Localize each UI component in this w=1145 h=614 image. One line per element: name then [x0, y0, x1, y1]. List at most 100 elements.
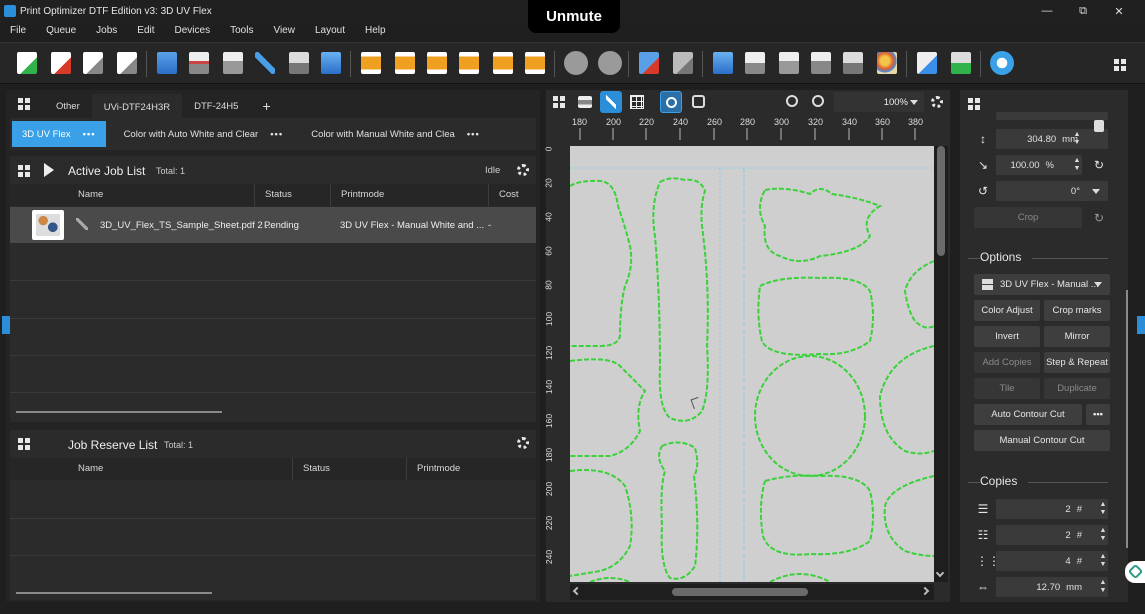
preset-tab-auto-white[interactable]: Color with Auto White and Clear •••: [114, 121, 294, 147]
column-status[interactable]: Status: [254, 184, 330, 206]
align-bottom-button[interactable]: [522, 49, 548, 77]
active-list-grid-icon[interactable]: [18, 165, 30, 177]
stamp-button[interactable]: [286, 49, 312, 77]
zoom-in-icon[interactable]: [786, 95, 798, 107]
pen-tool-button[interactable]: [252, 49, 278, 77]
scroll-left-icon[interactable]: [572, 586, 582, 596]
overlay-view-icon[interactable]: [692, 95, 705, 108]
mirror-button[interactable]: Mirror: [1044, 326, 1110, 347]
column-printmode[interactable]: Printmode: [406, 458, 536, 480]
horizontal-scrollbar[interactable]: [16, 592, 212, 594]
height-field[interactable]: 304.80 mm: [996, 129, 1108, 149]
properties-scrollbar[interactable]: [1126, 290, 1128, 548]
rip-button[interactable]: [840, 49, 866, 77]
color-settings-button[interactable]: [914, 49, 940, 77]
height-stepper-icon[interactable]: ▲ ▼: [1073, 131, 1081, 147]
rotation-select[interactable]: 0°: [996, 181, 1108, 201]
job-list-button[interactable]: [742, 49, 768, 77]
zoom-select[interactable]: 100%: [834, 92, 924, 112]
maximize-button[interactable]: ⧉: [1065, 5, 1101, 18]
column-name[interactable]: Name: [10, 458, 292, 480]
zoom-out-icon[interactable]: [812, 95, 824, 107]
close-button[interactable]: ✕: [1101, 5, 1137, 18]
reserve-list-grid-icon[interactable]: [18, 438, 30, 450]
add-file-button[interactable]: [14, 49, 40, 77]
tab-dtf-24h5[interactable]: DTF-24H5: [182, 94, 250, 118]
preset-tab-menu-icon[interactable]: •••: [83, 129, 96, 140]
properties-grid-icon[interactable]: [968, 98, 980, 110]
queue-hold-button[interactable]: [670, 49, 696, 77]
menu-devices[interactable]: Devices: [165, 25, 221, 36]
floating-assistant-button[interactable]: [1125, 561, 1145, 583]
column-name[interactable]: Name: [10, 184, 254, 206]
left-panel-grid-icon[interactable]: [18, 98, 30, 110]
minimize-button[interactable]: —: [1029, 5, 1065, 17]
scale-stepper-icon[interactable]: ▲ ▼: [1073, 157, 1081, 173]
tab-uvi-dtf24h3r[interactable]: UVi-DTF24H3R: [91, 94, 183, 118]
unmute-button[interactable]: Unmute: [528, 0, 620, 33]
cut-off-icon[interactable]: [564, 51, 588, 75]
preset-tab-menu-icon[interactable]: •••: [270, 129, 283, 140]
play-file-button[interactable]: [80, 49, 106, 77]
active-list-settings-icon[interactable]: [517, 164, 529, 176]
align-center-button[interactable]: [392, 49, 418, 77]
crop-marks-button[interactable]: Crop marks: [1044, 300, 1110, 321]
cancel-icon[interactable]: [598, 51, 622, 75]
printer-icon[interactable]: [578, 96, 592, 108]
tab-other[interactable]: Other: [44, 94, 92, 118]
left-collapse-tab[interactable]: [2, 316, 10, 334]
align-left-button[interactable]: [358, 49, 384, 77]
color-adjust-button[interactable]: Color Adjust: [974, 300, 1040, 321]
view-mode-button[interactable]: [660, 91, 682, 113]
horizontal-scroll-thumb[interactable]: [672, 588, 808, 596]
menu-jobs[interactable]: Jobs: [86, 25, 127, 36]
preset-tab-manual-white[interactable]: Color with Manual White and Clea •••: [301, 121, 490, 147]
printer-settings-button[interactable]: [220, 49, 246, 77]
crop-button[interactable]: Crop: [974, 207, 1082, 228]
menu-help[interactable]: Help: [355, 25, 396, 36]
horizontal-scrollbar[interactable]: [16, 411, 222, 413]
menu-layout[interactable]: Layout: [305, 25, 355, 36]
scanner-button[interactable]: [318, 49, 344, 77]
scroll-down-icon[interactable]: [935, 568, 945, 578]
vertical-scrollbar[interactable]: [934, 146, 948, 582]
calculator-button[interactable]: [808, 49, 834, 77]
spacing-field[interactable]: 12.70 mm: [996, 577, 1108, 597]
menu-file[interactable]: File: [0, 25, 36, 36]
printmode-select[interactable]: 3D UV Flex - Manual ...: [974, 274, 1110, 295]
table-row[interactable]: 3D_UV_Flex_TS_Sample_Sheet.pdf 2 ... Pen…: [10, 207, 536, 243]
scale-field[interactable]: 100.00 %: [996, 155, 1082, 175]
menu-queue[interactable]: Queue: [36, 25, 86, 36]
spacing-stepper-icon[interactable]: ▲ ▼: [1099, 579, 1107, 595]
queue-remove-button[interactable]: [636, 49, 662, 77]
preview-button[interactable]: [948, 49, 974, 77]
align-right-button[interactable]: [456, 49, 482, 77]
eyedropper-button[interactable]: [600, 91, 622, 113]
step-repeat-button[interactable]: Step & Repeat: [1044, 352, 1110, 373]
add-tab-button[interactable]: +: [250, 94, 282, 118]
auto-contour-more-button[interactable]: •••: [1086, 404, 1110, 425]
play-icon[interactable]: [44, 163, 54, 177]
columns-stepper-icon[interactable]: ▲ ▼: [1099, 527, 1107, 543]
grid-toggle-icon[interactable]: [630, 95, 644, 109]
layers-button[interactable]: [154, 49, 180, 77]
columns-field[interactable]: 2 #: [996, 525, 1108, 545]
column-cost[interactable]: Cost: [488, 184, 536, 206]
preset-tab-menu-icon[interactable]: •••: [467, 129, 480, 140]
duplicate-button[interactable]: Duplicate: [1044, 378, 1110, 399]
right-collapse-tab[interactable]: [1137, 316, 1145, 334]
lock-icon[interactable]: [1094, 120, 1104, 132]
tile-button[interactable]: Tile: [974, 378, 1040, 399]
width-field[interactable]: [996, 112, 1108, 120]
menu-tools[interactable]: Tools: [220, 25, 263, 36]
crop-reset-icon[interactable]: ↻: [1092, 211, 1106, 225]
manual-contour-cut-button[interactable]: Manual Contour Cut: [974, 430, 1110, 451]
print-artboard[interactable]: [570, 146, 934, 582]
canvas-grid-icon[interactable]: [553, 96, 565, 108]
total-copies-field[interactable]: 4 #: [996, 551, 1108, 571]
duplicate-job-button[interactable]: [710, 49, 736, 77]
menu-edit[interactable]: Edit: [127, 25, 164, 36]
pause-file-button[interactable]: [114, 49, 140, 77]
auto-contour-cut-button[interactable]: Auto Contour Cut: [974, 404, 1082, 425]
menu-view[interactable]: View: [263, 25, 305, 36]
